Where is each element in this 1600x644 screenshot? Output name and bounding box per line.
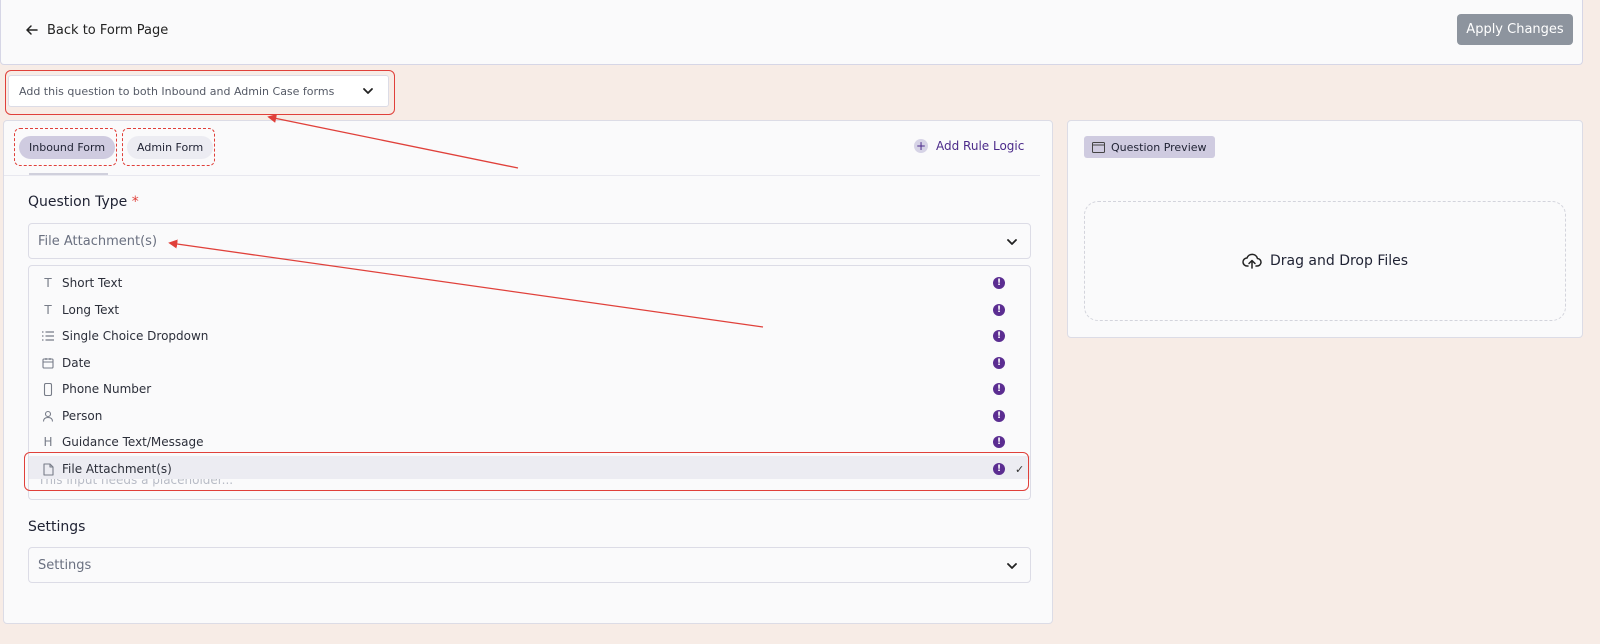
info-icon[interactable]: ! [993,330,1005,342]
text-icon: T [44,276,52,290]
chevron-down-icon [1007,563,1017,569]
top-bar: Back to Form Page Apply Changes [0,0,1583,65]
tab-admin-label: Admin Form [137,141,204,154]
question-preview-label: Question Preview [1111,140,1207,154]
option-person[interactable]: Person ! [29,403,1030,429]
info-icon[interactable]: ! [993,410,1005,422]
chevron-down-icon [363,88,373,94]
file-icon [41,462,55,476]
question-type-dropdown: T Short Text ! T Long Text ! Single Choi… [28,265,1031,485]
calendar-icon [41,356,55,370]
info-icon[interactable]: ! [993,304,1005,316]
info-icon[interactable]: ! [993,277,1005,289]
settings-value: Settings [38,557,92,573]
option-long-text[interactable]: T Long Text ! [29,297,1030,323]
apply-changes-button[interactable]: Apply Changes [1457,14,1573,45]
tab-admin-form[interactable]: Admin Form [127,136,214,159]
option-single-choice[interactable]: Single Choice Dropdown ! [29,323,1030,349]
option-short-text[interactable]: T Short Text ! [29,270,1030,296]
checkmark-icon: ✓ [1015,462,1025,476]
question-type-select[interactable]: File Attachment(s) [28,223,1031,259]
placeholder-input-text: This input needs a placeholder... [38,479,234,487]
person-icon [41,409,55,423]
add-rule-logic-label: Add Rule Logic [936,139,1025,153]
plus-circle-icon: + [914,139,928,153]
question-preview-card: Question Preview Drag and Drop Files [1067,120,1583,338]
settings-select[interactable]: Settings [28,547,1031,583]
file-dropzone[interactable]: Drag and Drop Files [1084,201,1566,321]
tab-inbound-form[interactable]: Inbound Form [19,136,116,159]
form-scope-select[interactable]: Add this question to both Inbound and Ad… [8,75,389,107]
back-to-form-link[interactable]: Back to Form Page [25,20,168,40]
option-guidance-text[interactable]: H Guidance Text/Message ! [29,429,1030,455]
info-icon[interactable]: ! [993,383,1005,395]
arrow-left-icon [26,25,38,35]
dropzone-label: Drag and Drop Files [1269,253,1409,269]
option-date[interactable]: Date ! [29,350,1030,376]
info-icon[interactable]: ! [993,357,1005,369]
question-editor-card: Inbound Form Admin Form + Add Rule Logic… [3,120,1053,624]
tab-inbound-label: Inbound Form [29,141,106,154]
back-link-label: Back to Form Page [47,22,169,38]
question-preview-badge: Question Preview [1084,136,1215,158]
chevron-down-icon [1007,239,1017,245]
window-icon [1092,141,1105,153]
heading-icon: H [43,435,53,449]
settings-label: Settings [28,519,86,535]
phone-icon [41,382,55,396]
list-icon [41,329,55,343]
cloud-upload-icon [1242,253,1262,269]
add-rule-logic-button[interactable]: + Add Rule Logic [914,139,1024,153]
form-scope-value: Add this question to both Inbound and Ad… [19,84,335,98]
required-mark: * [131,194,139,210]
placeholder-input[interactable]: This input needs a placeholder... [28,479,1031,500]
info-icon[interactable]: ! [993,436,1005,448]
option-phone-number[interactable]: Phone Number ! [29,376,1030,402]
text-icon: T [44,303,52,317]
question-type-label: Question Type * [28,194,139,210]
info-icon[interactable]: ! [993,463,1005,475]
card-divider [4,175,1040,176]
question-type-value: File Attachment(s) [38,233,158,249]
